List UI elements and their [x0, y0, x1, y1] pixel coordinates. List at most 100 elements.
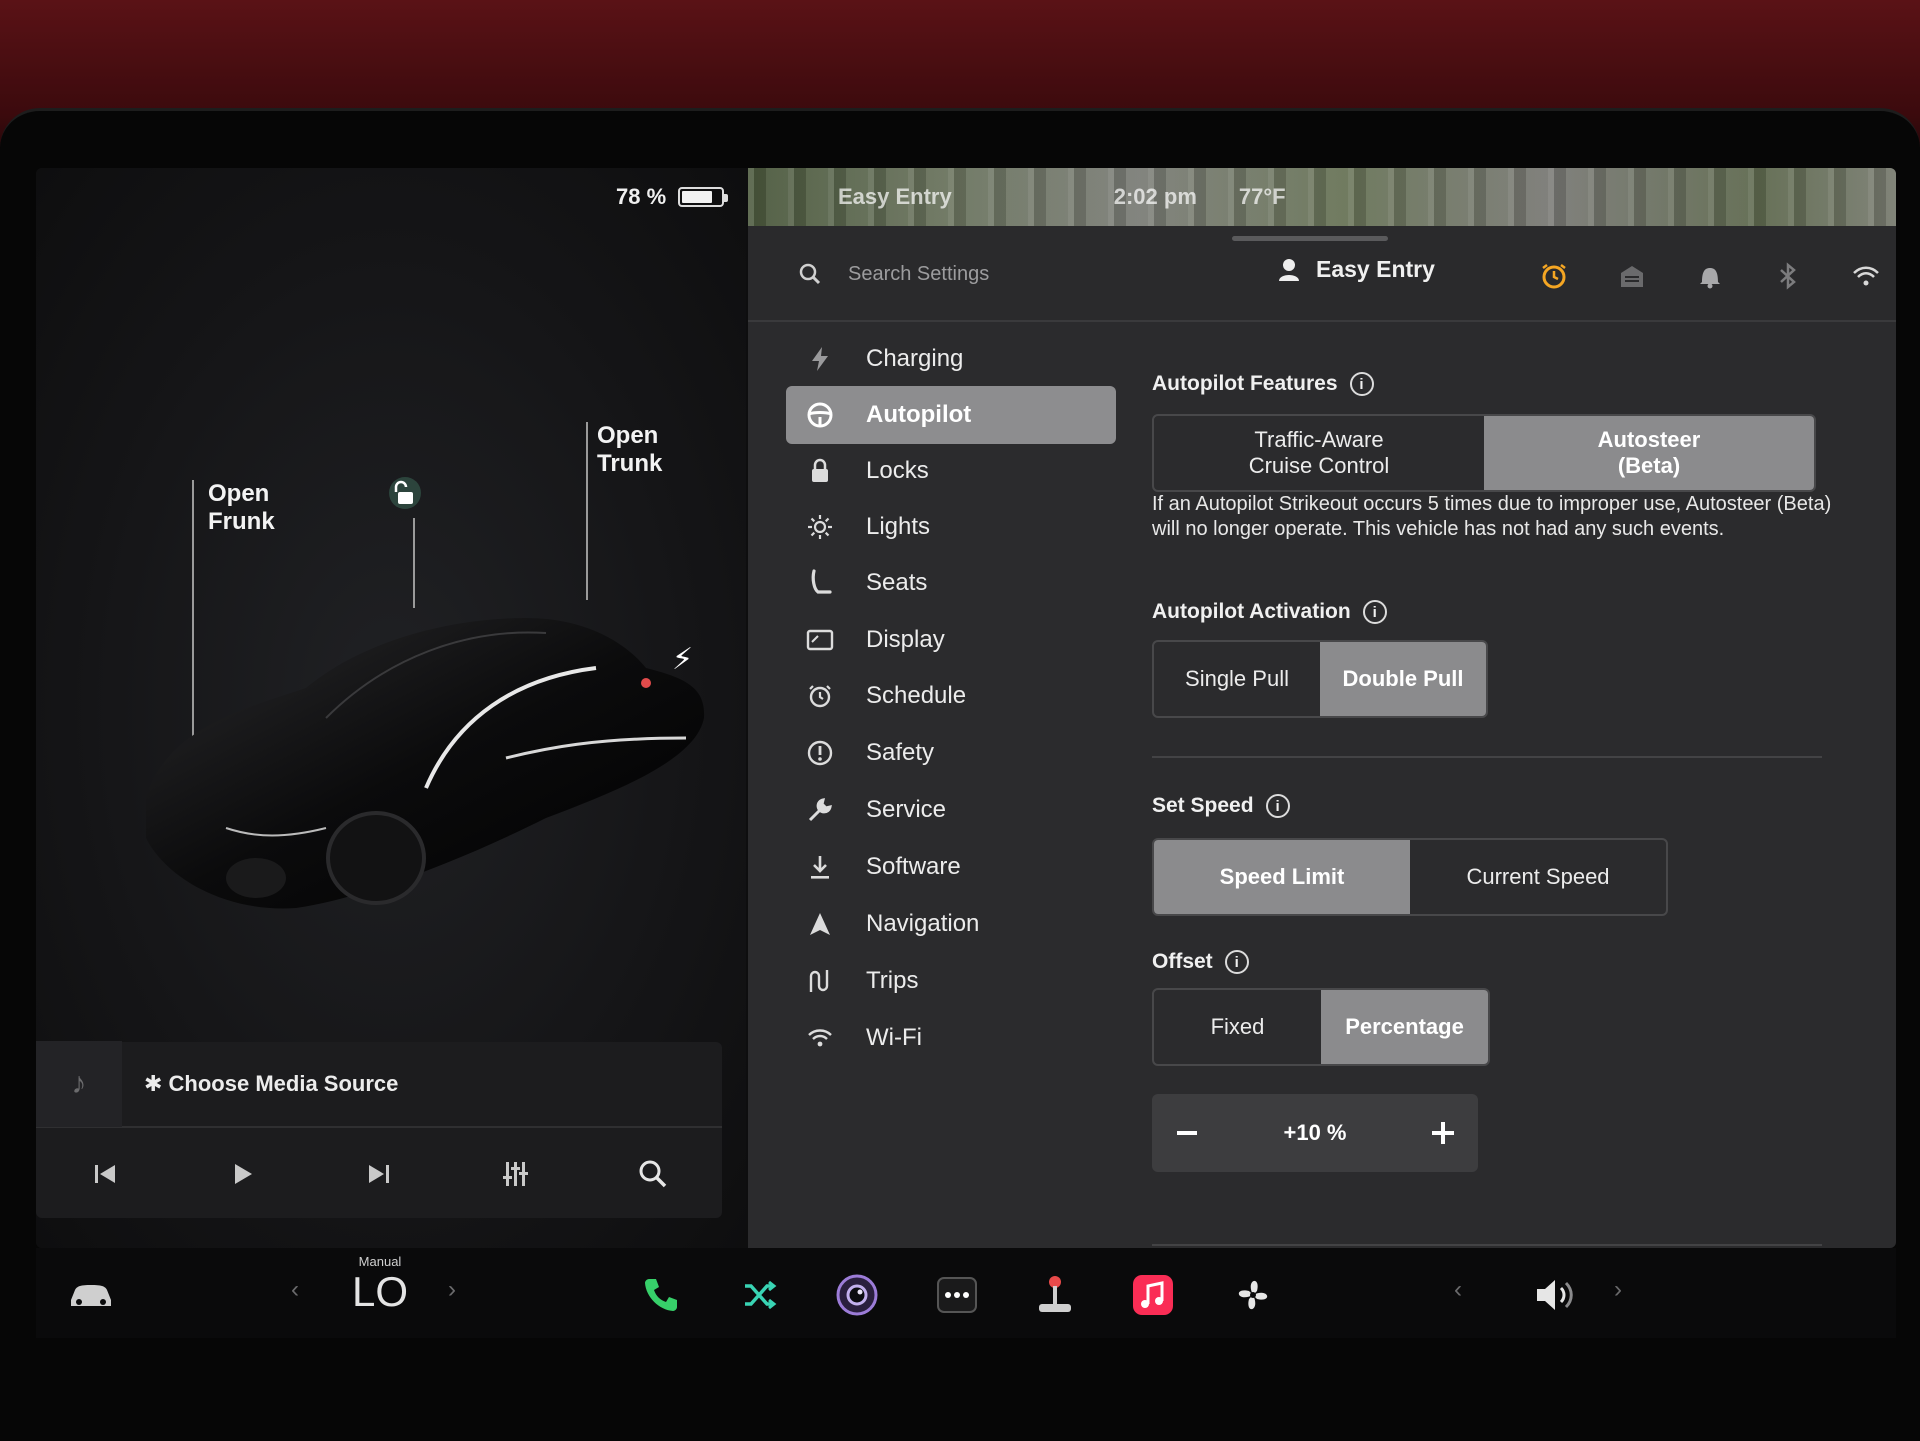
menu-item-seats[interactable]: Seats	[786, 554, 1116, 612]
menu-item-label: Display	[866, 626, 945, 653]
menu-item-service[interactable]: Service	[786, 781, 1116, 839]
alarm-clock-icon[interactable]	[1538, 260, 1570, 292]
shuffle-icon[interactable]	[734, 1270, 784, 1320]
sun-icon	[802, 514, 838, 540]
wifi-icon	[802, 1027, 838, 1049]
menu-item-label: Navigation	[866, 910, 980, 937]
option-fixed[interactable]: Fixed	[1154, 990, 1321, 1064]
equalizer-button[interactable]	[486, 1144, 546, 1204]
media-player: ♪ ✱ Choose Media Source	[36, 1041, 722, 1218]
offset-selector: Fixed Percentage	[1152, 988, 1490, 1066]
next-track-button[interactable]	[349, 1144, 409, 1204]
media-source-label: Choose Media Source	[168, 1071, 399, 1096]
bell-icon[interactable]	[1694, 260, 1726, 292]
open-trunk-button[interactable]: Open Trunk	[597, 422, 662, 478]
fan-icon[interactable]	[1228, 1270, 1278, 1320]
option-traffic-aware-cruise-control[interactable]: Traffic-Aware Cruise Control	[1154, 416, 1484, 490]
music-icon[interactable]	[1128, 1270, 1178, 1320]
option-percentage[interactable]: Percentage	[1321, 990, 1488, 1064]
increase-offset-button[interactable]	[1408, 1094, 1478, 1172]
climate-mode: Manual	[358, 1254, 402, 1269]
camera-icon[interactable]	[832, 1270, 882, 1320]
autopilot-settings: Autopilot Features i Traffic-Aware Cruise…	[1152, 324, 1872, 1248]
offset-value: +10 %	[1283, 1120, 1347, 1145]
autopilot-activation-title: Autopilot Activation i	[1152, 600, 1387, 624]
wifi-icon[interactable]	[1850, 260, 1882, 292]
menu-item-locks[interactable]: Locks	[786, 442, 1116, 500]
volume-icon[interactable]	[1532, 1270, 1582, 1320]
more-icon[interactable]	[932, 1270, 982, 1320]
open-trunk-label-1: Open	[597, 422, 659, 449]
joystick-icon[interactable]	[1030, 1270, 1080, 1320]
charge-port-icon[interactable]: ⚡	[672, 642, 693, 677]
volume-increase-chevron[interactable]: ›	[1614, 1276, 1622, 1304]
search-settings-placeholder: Search Settings	[848, 262, 990, 285]
menu-item-lights[interactable]: Lights	[786, 498, 1116, 556]
display-icon	[802, 628, 838, 652]
status-bar: Easy Entry 2:02 pm 77°F	[748, 168, 1298, 226]
open-frunk-label-2: Frunk	[208, 508, 275, 535]
option-single-pull[interactable]: Single Pull	[1154, 642, 1320, 716]
info-icon[interactable]: i	[1224, 950, 1249, 974]
climate-temperature: LO	[351, 1268, 409, 1315]
menu-item-autopilot[interactable]: Autopilot	[786, 386, 1116, 444]
menu-item-schedule[interactable]: Schedule	[786, 667, 1116, 725]
settings-menu: Charging Autopilot Locks Lights Seats Display…	[748, 324, 1116, 1248]
option-line-1: Traffic-Aware	[1254, 427, 1384, 452]
menu-item-display[interactable]: Display	[786, 611, 1116, 669]
navigation-arrow-icon	[802, 911, 838, 937]
menu-item-charging[interactable]: Charging	[786, 330, 1116, 388]
menu-item-label: Service	[866, 796, 947, 823]
search-settings[interactable]: Search Settings	[798, 262, 989, 286]
option-double-pull[interactable]: Double Pull	[1320, 642, 1486, 716]
settings-topbar: Search Settings Easy Entry	[748, 226, 1896, 322]
autopilot-activation-selector: Single Pull Double Pull	[1152, 640, 1488, 718]
info-icon[interactable]: i	[1362, 600, 1387, 624]
steering-wheel-icon	[802, 401, 838, 429]
menu-item-wi-fi[interactable]: Wi-Fi	[786, 1009, 1116, 1067]
volume-decrease-chevron[interactable]: ‹	[1454, 1276, 1462, 1304]
menu-item-label: Safety	[866, 739, 935, 766]
set-speed-label: Set Speed	[1152, 794, 1254, 817]
menu-item-trips[interactable]: Trips	[786, 952, 1116, 1010]
skip-back-icon	[94, 1165, 115, 1183]
trunk-callout-line	[586, 422, 588, 600]
choose-media-source[interactable]: ✱ Choose Media Source	[144, 1071, 398, 1097]
battery-status: 78 %	[616, 184, 729, 210]
offset-label: Offset	[1152, 950, 1213, 973]
play-button[interactable]	[212, 1144, 272, 1204]
option-line-1: Autosteer	[1597, 427, 1701, 452]
bluetooth-icon[interactable]	[1772, 260, 1804, 292]
lock-icon	[802, 458, 838, 484]
menu-item-navigation[interactable]: Navigation	[786, 895, 1116, 953]
option-autosteer-beta[interactable]: Autosteer (Beta)	[1484, 416, 1814, 490]
decrease-offset-button[interactable]	[1152, 1094, 1222, 1172]
open-frunk-button[interactable]: Open Frunk	[208, 480, 275, 536]
menu-item-label: Autopilot	[866, 401, 972, 428]
strikeout-description: If an Autopilot Strikeout occurs 5 times…	[1152, 493, 1832, 540]
car-icon[interactable]	[66, 1270, 116, 1320]
minus-icon	[1177, 1131, 1197, 1135]
menu-item-safety[interactable]: Safety	[786, 724, 1116, 782]
temperature-increase-chevron[interactable]: ›	[448, 1276, 456, 1304]
unlock-icon[interactable]	[388, 476, 422, 510]
bolt-icon	[802, 346, 838, 372]
drag-handle[interactable]	[1232, 236, 1388, 241]
menu-item-software[interactable]: Software	[786, 838, 1116, 896]
option-current-speed[interactable]: Current Speed	[1410, 840, 1666, 914]
previous-track-button[interactable]	[75, 1144, 135, 1204]
info-icon[interactable]: i	[1349, 372, 1374, 396]
profile-status: Easy Entry	[838, 184, 952, 209]
climate-control[interactable]: Manual LO	[340, 1254, 420, 1315]
media-search-button[interactable]	[623, 1144, 683, 1204]
option-line-2: (Beta)	[1617, 453, 1681, 478]
media-source-bar[interactable]: ♪ ✱ Choose Media Source	[36, 1041, 722, 1128]
driver-profile-button[interactable]: Easy Entry	[1278, 256, 1435, 283]
trips-icon	[802, 968, 838, 994]
info-icon[interactable]: i	[1265, 794, 1290, 818]
phone-icon[interactable]	[636, 1270, 686, 1320]
download-icon	[802, 854, 838, 880]
option-speed-limit[interactable]: Speed Limit	[1154, 840, 1410, 914]
garage-icon[interactable]	[1616, 260, 1648, 292]
temperature-decrease-chevron[interactable]: ‹	[291, 1276, 299, 1304]
